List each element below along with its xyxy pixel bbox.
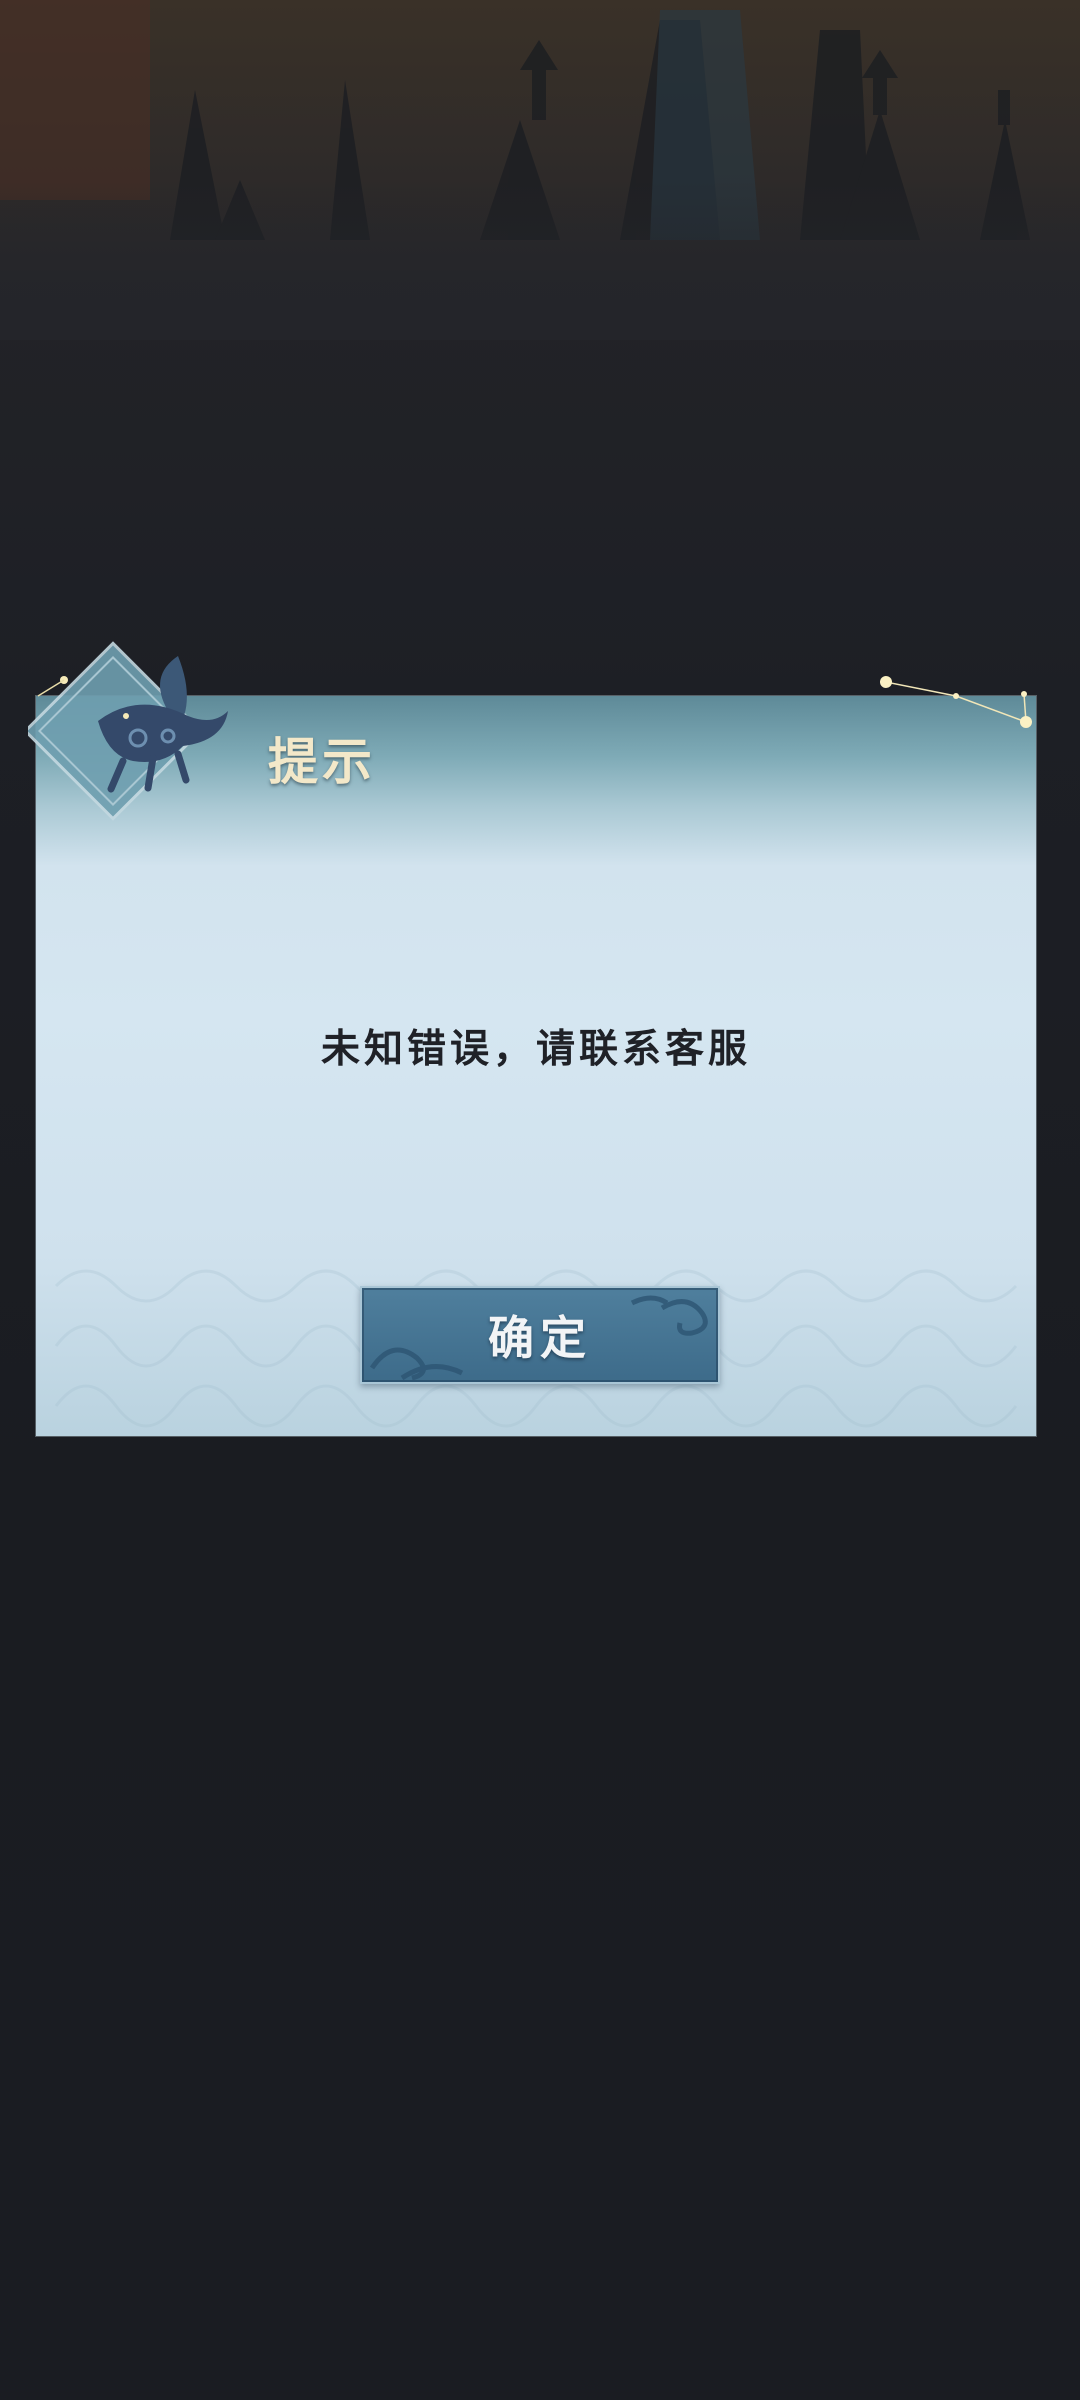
- constellation-icon: [880, 676, 1032, 728]
- mythical-beast-icon: [28, 641, 228, 821]
- alert-dialog: 提示 未知错误，请联系客服 确定: [28, 641, 1036, 1436]
- confirm-button[interactable]: 确定: [360, 1286, 720, 1384]
- dialog-title: 提示: [268, 732, 376, 791]
- game-screen: 提示 未知错误，请联系客服 确定: [0, 0, 1080, 2400]
- dialog-message: 未知错误，请联系客服: [320, 1026, 751, 1072]
- scenery-fade: [0, 180, 1080, 340]
- confirm-button-label: 确定: [488, 1311, 592, 1365]
